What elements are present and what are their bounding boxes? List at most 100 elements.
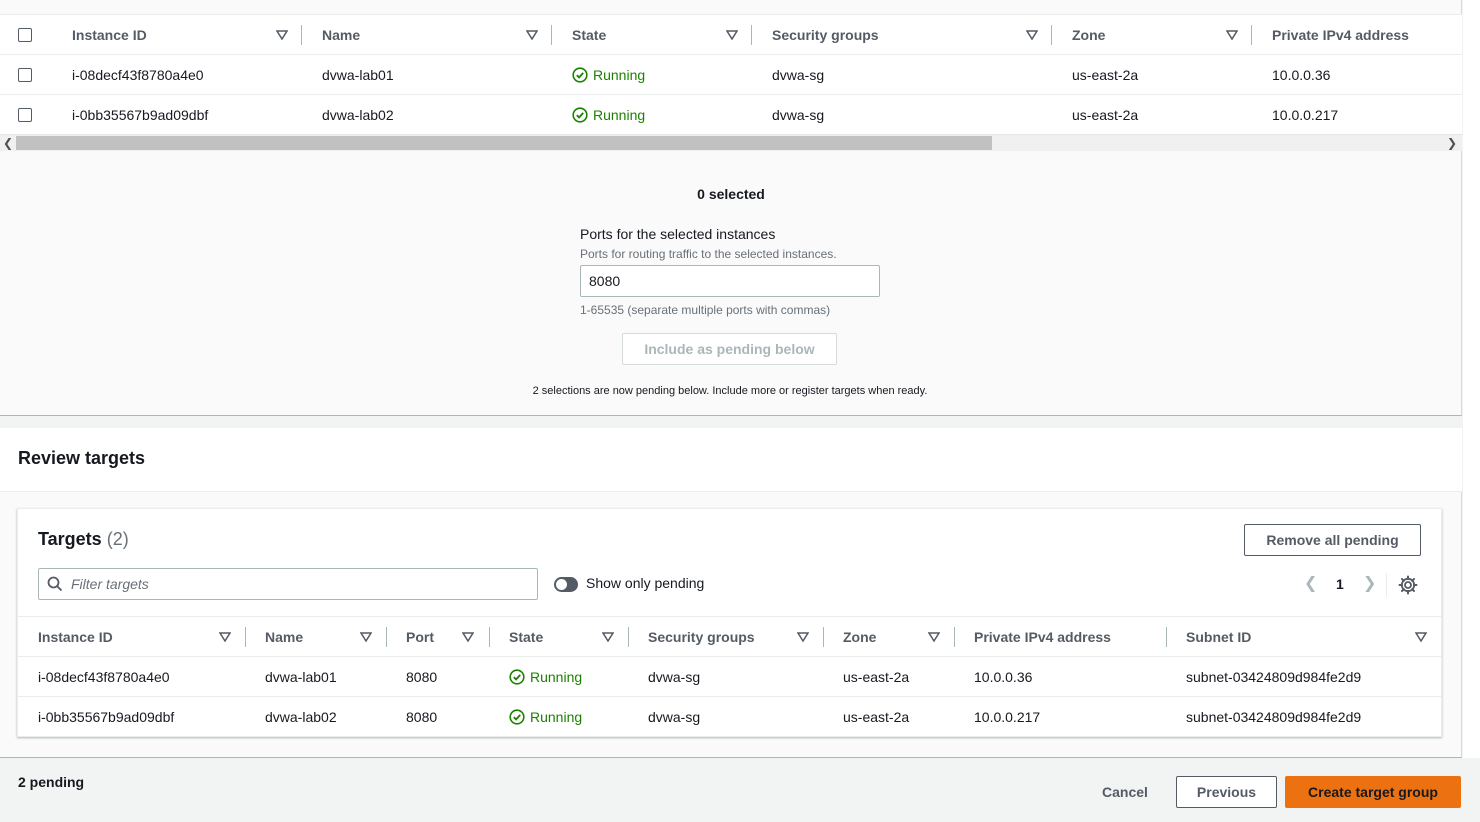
sort-triangle-icon[interactable] [797, 632, 809, 642]
sort-triangle-icon[interactable] [928, 632, 940, 642]
instance-state: Running [509, 657, 582, 697]
column-header-zone[interactable]: Zone [843, 617, 876, 657]
state-label: Running [530, 709, 583, 725]
include-as-pending-button[interactable]: Include as pending below [622, 333, 837, 365]
column-divider[interactable] [751, 25, 752, 45]
scroll-right-icon[interactable]: ❯ [1444, 135, 1460, 151]
instance-state: Running [572, 55, 645, 95]
instance-name: dvwa-lab01 [265, 669, 337, 685]
sort-triangle-icon[interactable] [462, 632, 474, 642]
status-ok-icon [572, 67, 588, 83]
chevron-left-icon[interactable]: ❮ [1304, 573, 1317, 593]
scrollbar-thumb[interactable] [16, 136, 992, 150]
sort-triangle-icon[interactable] [726, 30, 738, 40]
row-checkbox[interactable] [18, 108, 32, 122]
table-row[interactable]: i-0bb35567b9ad09dbf dvwa-lab02 Running d… [0, 95, 1462, 135]
state-label: Running [593, 107, 646, 123]
column-divider[interactable] [1051, 25, 1052, 45]
horizontal-scrollbar[interactable]: ❮ ❯ [0, 134, 1462, 151]
instance-state: Running [509, 697, 582, 737]
create-target-group-button[interactable]: Create target group [1285, 776, 1461, 808]
state-label: Running [530, 669, 583, 685]
zone: us-east-2a [1072, 107, 1139, 123]
review-targets-section: Review targets Targets (2) Remove all pe… [0, 428, 1462, 758]
security-groups: dvwa-sg [772, 67, 825, 83]
sort-triangle-icon[interactable] [1026, 30, 1038, 40]
column-divider[interactable] [1166, 627, 1167, 647]
subnet-id: subnet-03424809d984fe2d9 [1186, 709, 1362, 725]
cancel-button[interactable]: Cancel [1102, 784, 1148, 800]
column-divider[interactable] [823, 627, 824, 647]
instance-name: dvwa-lab01 [322, 67, 394, 83]
column-divider[interactable] [628, 627, 629, 647]
targets-table: Instance ID Name Port State Security gro… [18, 616, 1441, 737]
column-header-name[interactable]: Name [322, 15, 360, 55]
sort-triangle-icon[interactable] [360, 632, 372, 642]
column-header-state[interactable]: State [572, 15, 606, 55]
column-header-subnet-id[interactable]: Subnet ID [1186, 617, 1251, 657]
sort-triangle-icon[interactable] [602, 632, 614, 642]
table-row[interactable]: i-08decf43f8780a4e0 dvwa-lab01 8080 Runn… [18, 657, 1441, 697]
column-header-zone[interactable]: Zone [1072, 15, 1105, 55]
column-header-private-ipv4[interactable]: Private IPv4 address [1272, 15, 1409, 55]
ports-description: Ports for routing traffic to the selecte… [580, 247, 837, 261]
select-all-checkbox[interactable] [18, 28, 32, 42]
instance-id: i-0bb35567b9ad09dbf [72, 107, 209, 123]
footer-action-bar: 2 pending Cancel Previous Create target … [0, 758, 1480, 822]
previous-button[interactable]: Previous [1176, 776, 1277, 808]
toggle-knob [556, 579, 567, 590]
table-row[interactable]: i-08decf43f8780a4e0 dvwa-lab01 Running d… [0, 55, 1462, 95]
zone: us-east-2a [843, 709, 910, 725]
security-groups: dvwa-sg [648, 669, 701, 685]
pager-divider [1386, 573, 1387, 597]
instance-name: dvwa-lab02 [265, 709, 337, 725]
column-header-name[interactable]: Name [265, 617, 303, 657]
sort-triangle-icon[interactable] [1226, 30, 1238, 40]
instance-state: Running [572, 95, 645, 135]
column-header-security-groups[interactable]: Security groups [772, 15, 879, 55]
column-header-security-groups[interactable]: Security groups [648, 617, 755, 657]
private-ipv4: 10.0.0.36 [974, 669, 1033, 685]
column-header-port[interactable]: Port [406, 617, 434, 657]
gear-icon[interactable] [1398, 575, 1418, 595]
instances-table-header: Instance ID Name State Security groups Z… [0, 15, 1462, 55]
column-divider[interactable] [954, 627, 955, 647]
column-header-state[interactable]: State [509, 617, 543, 657]
sort-triangle-icon[interactable] [219, 632, 231, 642]
zone: us-east-2a [1072, 67, 1139, 83]
chevron-right-icon[interactable]: ❯ [1363, 573, 1376, 593]
search-icon [47, 576, 63, 592]
column-divider[interactable] [1251, 25, 1252, 45]
column-divider[interactable] [551, 25, 552, 45]
column-header-private-ipv4[interactable]: Private IPv4 address [974, 617, 1111, 657]
sort-triangle-icon[interactable] [276, 30, 288, 40]
remove-all-pending-button[interactable]: Remove all pending [1244, 524, 1421, 556]
row-checkbox[interactable] [18, 68, 32, 82]
column-divider[interactable] [386, 627, 387, 647]
instance-name: dvwa-lab02 [322, 107, 394, 123]
filter-targets-input[interactable]: Filter targets [38, 568, 538, 600]
security-groups: dvwa-sg [772, 107, 825, 123]
sort-triangle-icon[interactable] [1415, 632, 1427, 642]
private-ipv4: 10.0.0.217 [974, 709, 1041, 725]
column-header-instance-id[interactable]: Instance ID [38, 617, 113, 657]
show-only-pending-toggle[interactable] [554, 577, 578, 592]
review-targets-header: Review targets [0, 428, 1462, 492]
column-header-instance-id[interactable]: Instance ID [72, 15, 147, 55]
selected-count: 0 selected [697, 186, 765, 202]
zone: us-east-2a [843, 669, 910, 685]
security-groups: dvwa-sg [648, 709, 701, 725]
scroll-left-icon[interactable]: ❮ [0, 135, 16, 151]
sort-triangle-icon[interactable] [526, 30, 538, 40]
ports-label: Ports for the selected instances [580, 226, 776, 242]
table-row[interactable]: i-0bb35567b9ad09dbf dvwa-lab02 8080 Runn… [18, 697, 1441, 737]
column-divider[interactable] [301, 25, 302, 45]
page-number[interactable]: 1 [1336, 576, 1344, 592]
instances-table: Instance ID Name State Security groups Z… [0, 14, 1462, 135]
targets-heading: Targets (2) [38, 529, 129, 550]
column-divider[interactable] [489, 627, 490, 647]
instance-id: i-08decf43f8780a4e0 [72, 67, 204, 83]
column-divider[interactable] [245, 627, 246, 647]
available-instances-panel: Instance ID Name State Security groups Z… [0, 0, 1462, 416]
ports-input[interactable]: 8080 [580, 265, 880, 297]
